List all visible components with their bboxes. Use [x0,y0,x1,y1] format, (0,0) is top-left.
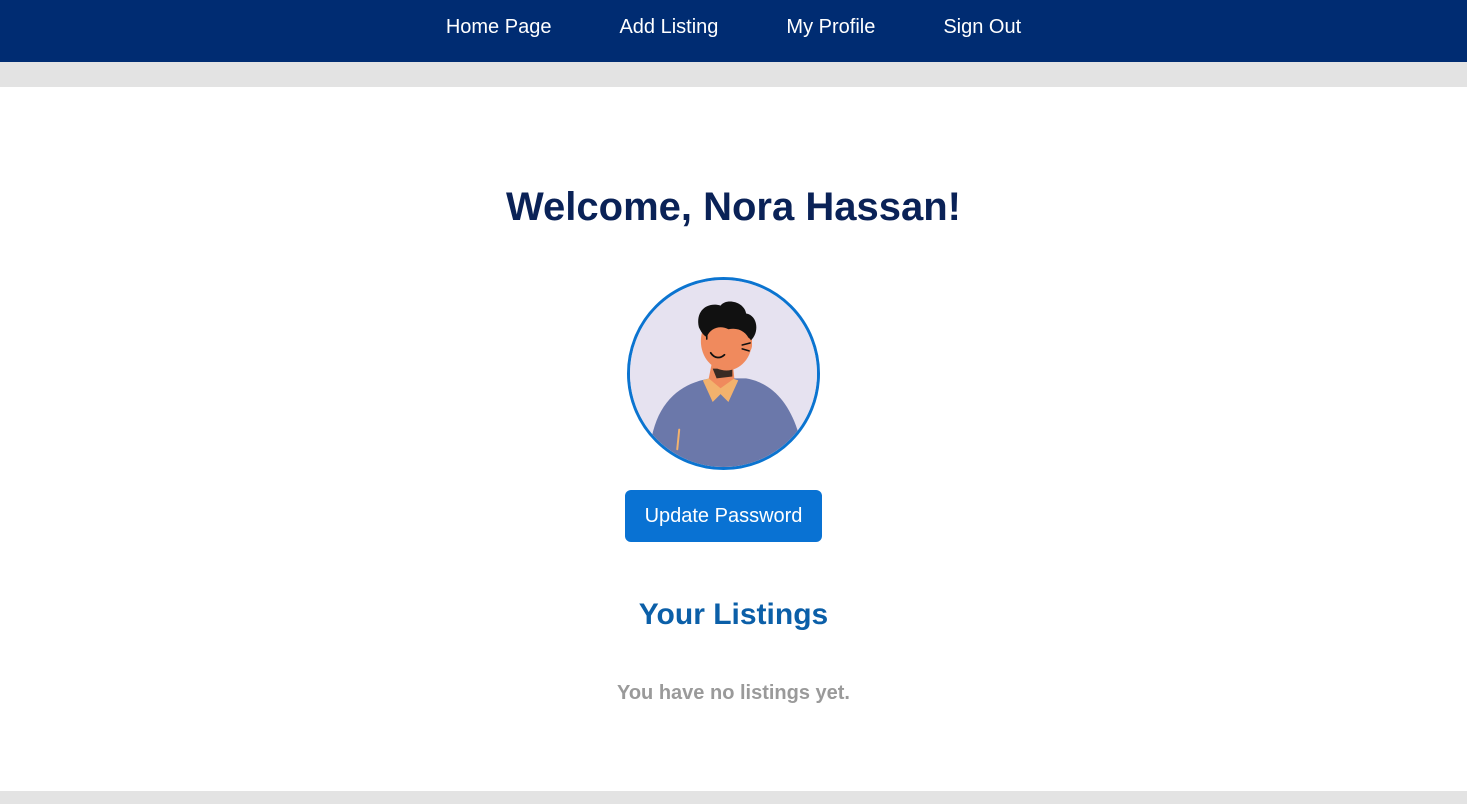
profile-card: Welcome, Nora Hassan! Update Password Yo… [0,87,1467,791]
top-navbar: Home Page Add Listing My Profile Sign Ou… [0,0,1467,62]
avatar [627,277,820,470]
nav-links: Home Page Add Listing My Profile Sign Ou… [412,16,1055,39]
nav-my-profile-link[interactable]: My Profile [786,16,875,39]
no-listings-message: You have no listings yet. [616,682,850,704]
nav-sign-out-link[interactable]: Sign Out [943,16,1021,39]
update-password-button[interactable]: Update Password [625,490,822,542]
welcome-heading: Welcome, Nora Hassan! [506,185,961,229]
nav-add-listing-link[interactable]: Add Listing [619,16,718,39]
nav-home-link[interactable]: Home Page [446,16,552,39]
your-listings-heading: Your Listings [638,598,829,631]
user-avatar-icon [630,280,817,467]
